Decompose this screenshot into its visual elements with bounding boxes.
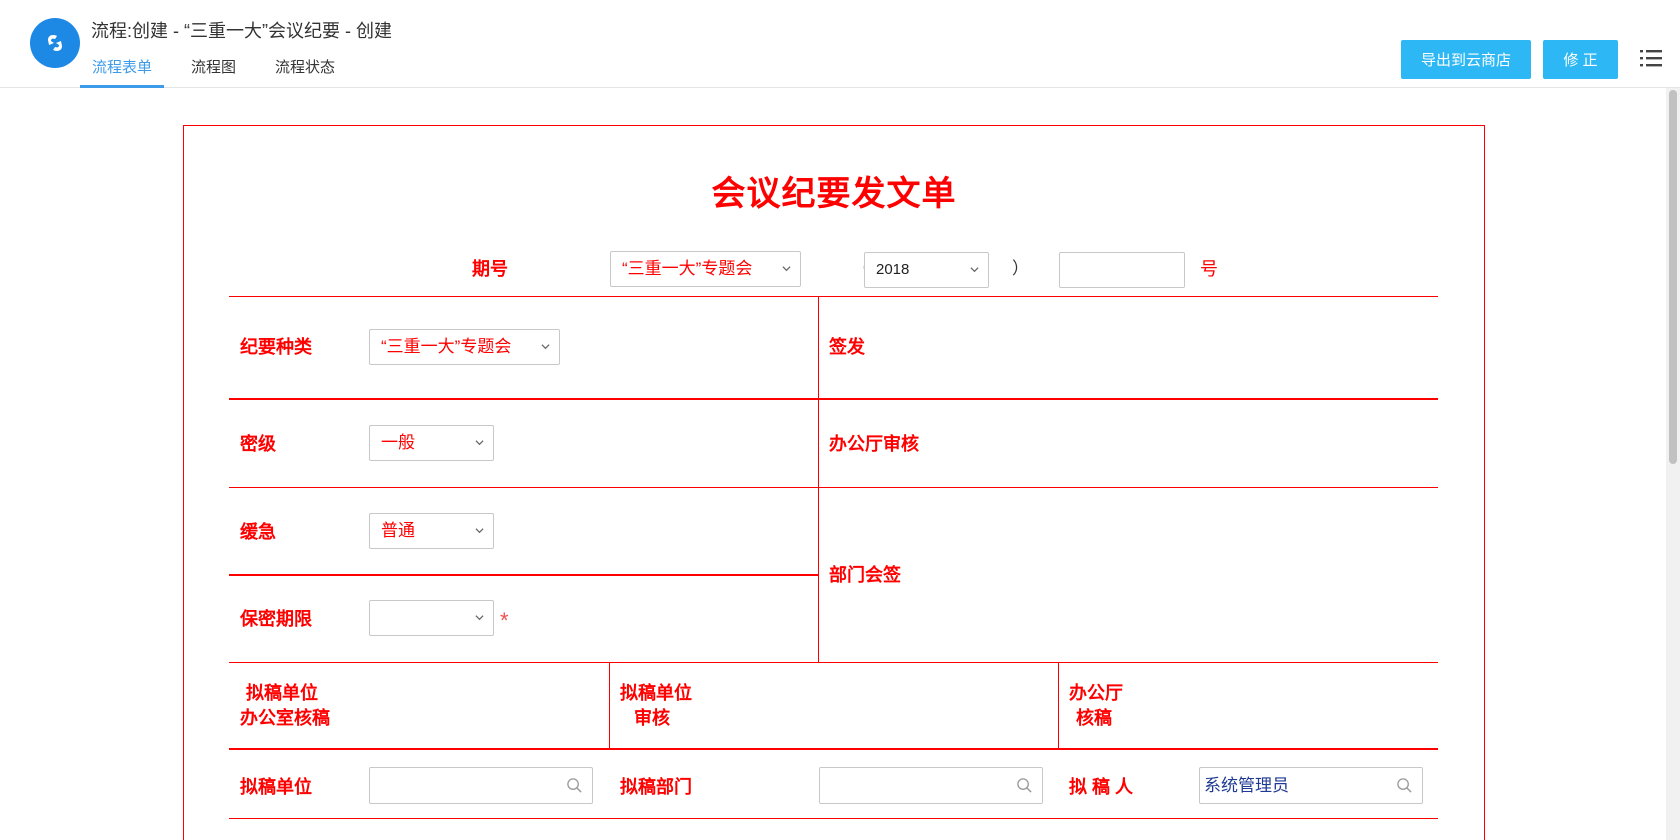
issue-type-value: “三重一大”专题会: [622, 259, 753, 278]
row-divider: [229, 398, 1438, 400]
secret-period-label: 保密期限: [240, 609, 312, 629]
search-icon[interactable]: [1016, 777, 1033, 794]
draft-unit-review-label-line2: 审核: [634, 708, 670, 728]
summary-type-select[interactable]: “三重一大”专题会: [369, 329, 560, 365]
tab-process-chart[interactable]: 流程图: [179, 50, 248, 88]
urgency-select[interactable]: 普通: [369, 513, 494, 549]
menu-list-icon[interactable]: [1640, 48, 1662, 68]
page-title: 流程:创建 - “三重一大”会议纪要 - 创建: [91, 21, 392, 41]
meeting-summary-form: 会议纪要发文单 期号 “三重一大”专题会 （ 2018 ） 号 纪要种类 “三重…: [183, 125, 1485, 840]
draft-unit-lookup[interactable]: [369, 767, 593, 804]
row-divider: [229, 818, 1438, 819]
chevron-down-icon: [475, 615, 484, 621]
search-icon[interactable]: [1396, 777, 1413, 794]
issue-year-value: 2018: [876, 261, 910, 278]
draft-unit-label: 拟稿单位: [240, 777, 312, 797]
general-office-review-label-line1: 办公厅: [1069, 683, 1123, 703]
export-to-cloud-store-button[interactable]: 导出到云商店: [1401, 40, 1531, 79]
secret-level-select[interactable]: 一般: [369, 425, 494, 461]
required-mark: *: [500, 608, 509, 633]
row-divider: [229, 748, 1438, 750]
column-divider: [818, 297, 819, 663]
row-divider: [229, 662, 1438, 663]
tab-bar: 流程表单 流程图 流程状态: [80, 50, 347, 88]
drafter-lookup[interactable]: 系统管理员: [1199, 767, 1423, 804]
dept-countersign-label: 部门会签: [829, 565, 901, 585]
app-logo-icon: [30, 18, 80, 68]
chevron-down-icon: [475, 528, 484, 534]
issue-label: 期号: [472, 259, 508, 279]
vertical-scrollbar[interactable]: [1666, 88, 1680, 840]
header-bar: 流程:创建 - “三重一大”会议纪要 - 创建 流程表单 流程图 流程状态 导出…: [0, 0, 1680, 88]
drafter-value: 系统管理员: [1204, 776, 1289, 795]
urgency-label: 缓急: [240, 522, 276, 542]
column-divider: [609, 663, 610, 748]
issue-number-suffix: 号: [1200, 259, 1218, 279]
scrollbar-thumb[interactable]: [1669, 90, 1677, 464]
summary-type-value: “三重一大”专题会: [381, 337, 512, 356]
secret-period-select[interactable]: [369, 600, 494, 636]
issue-number-input[interactable]: [1059, 252, 1185, 288]
chevron-down-icon: [541, 344, 550, 350]
search-icon[interactable]: [566, 777, 583, 794]
tab-process-form[interactable]: 流程表单: [80, 50, 165, 88]
secret-level-label: 密级: [240, 434, 276, 454]
summary-type-label: 纪要种类: [240, 337, 312, 357]
urgency-value: 普通: [381, 521, 415, 540]
secret-level-value: 一般: [381, 433, 415, 452]
sign-off-label: 签发: [829, 337, 865, 357]
draft-office-review-label-line1: 拟稿单位: [246, 683, 318, 703]
draft-unit-review-label-line1: 拟稿单位: [620, 683, 692, 703]
drafter-label: 拟 稿 人: [1069, 777, 1134, 797]
tab-process-status[interactable]: 流程状态: [263, 50, 347, 88]
form-title: 会议纪要发文单: [711, 175, 957, 213]
draft-dept-lookup[interactable]: [819, 767, 1043, 804]
general-office-review-label-line2: 核稿: [1076, 708, 1112, 728]
column-divider: [1058, 663, 1059, 748]
row-divider: [229, 574, 818, 576]
row-divider: [229, 487, 1438, 488]
fix-button[interactable]: 修 正: [1543, 40, 1618, 79]
office-review-label: 办公厅审核: [829, 434, 919, 454]
issue-type-select[interactable]: “三重一大”专题会: [610, 251, 801, 287]
issue-year-select[interactable]: 2018: [864, 252, 989, 288]
chevron-down-icon: [970, 267, 979, 273]
draft-dept-label: 拟稿部门: [620, 777, 692, 797]
row-divider: [229, 296, 1438, 297]
paren-close: ）: [1012, 259, 1029, 278]
draft-office-review-label-line2: 办公室核稿: [240, 708, 330, 728]
chevron-down-icon: [475, 440, 484, 446]
chevron-down-icon: [782, 266, 791, 272]
